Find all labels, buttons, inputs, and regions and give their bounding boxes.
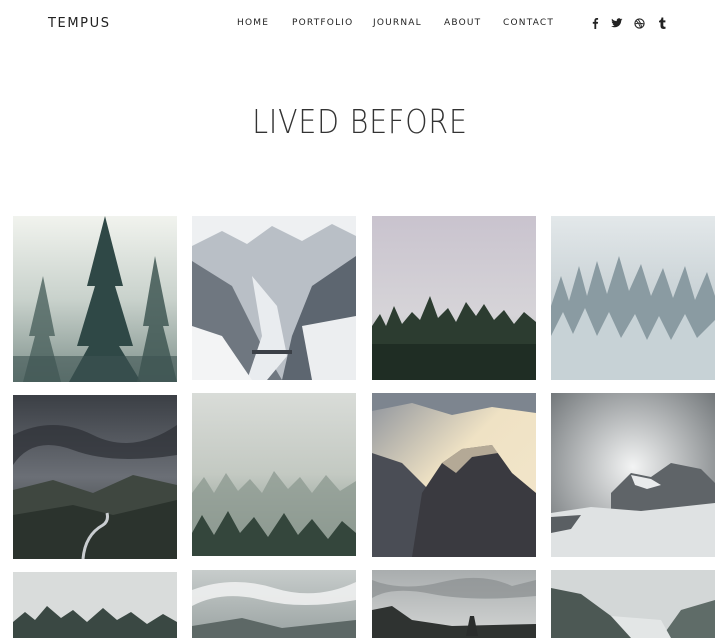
- gallery-photo-misty-pine-forest[interactable]: [13, 216, 177, 382]
- gallery-photo-overcast-tower[interactable]: [372, 570, 536, 638]
- gallery-photo-sunlit-mountain-ridge[interactable]: [372, 393, 536, 557]
- gallery-photo-snow-covered-trees[interactable]: [551, 216, 715, 380]
- gallery-photo-snowy-mountain-valley[interactable]: [192, 216, 356, 380]
- gallery-photo-mountain-valley-fog[interactable]: [551, 570, 715, 638]
- gallery-photo-misty-hills-forest[interactable]: [13, 572, 177, 638]
- gallery-photo-foggy-forest-treeline[interactable]: [372, 216, 536, 380]
- gallery-photo-snowy-peak-in-clouds[interactable]: [551, 393, 715, 557]
- gallery-photo-cloudy-sky-ridge[interactable]: [192, 570, 356, 638]
- gallery-photo-stormy-road-hills[interactable]: [13, 395, 177, 559]
- gallery-photo-fog-over-forest[interactable]: [192, 393, 356, 556]
- photo-gallery: [0, 0, 720, 638]
